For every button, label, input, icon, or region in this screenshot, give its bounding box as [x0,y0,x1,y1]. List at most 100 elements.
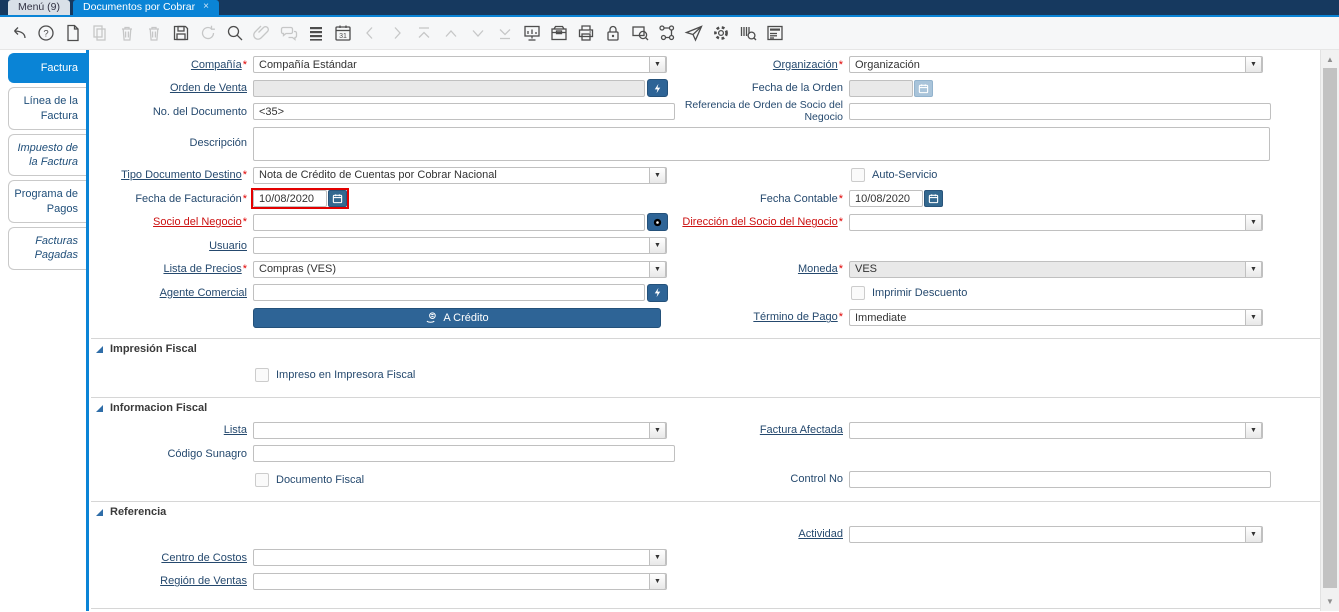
fiscal-list-combo[interactable]: ▼ [253,421,667,439]
chevron-down-icon[interactable]: ▼ [649,261,666,277]
scroll-down-icon[interactable]: ▼ [1321,594,1339,609]
bp-order-ref-input[interactable] [849,103,1271,121]
target-doc-type-combo[interactable]: Nota de Crédito de Cuentas por Cobrar Na… [253,166,667,184]
account-date-input[interactable]: 10/08/2020 [849,190,923,208]
fiscal-document-checkbox[interactable] [255,472,269,487]
sales-order-label[interactable]: Orden de Venta [170,82,247,94]
document-no-input[interactable]: <35> [253,103,675,121]
user-label[interactable]: Usuario [209,240,247,252]
help-icon[interactable]: ? [32,21,59,45]
credit-button[interactable]: A Crédito [253,307,661,328]
preferences-icon[interactable] [707,21,734,45]
account-date-field[interactable]: 10/08/2020 [849,190,943,208]
payment-term-combo[interactable]: Immediate ▼ [849,309,1263,326]
company-combo[interactable]: Compañía Estándar ▼ [253,56,667,74]
chevron-down-icon[interactable]: ▼ [1245,526,1262,542]
partner-location-combo[interactable]: ▼ [849,213,1263,231]
calendar-icon[interactable]: 31 [329,21,356,45]
delete-record-icon[interactable] [113,21,140,45]
first-record-icon[interactable] [410,21,437,45]
partner-location-label[interactable]: Dirección del Socio del Negocio [682,216,843,228]
invoice-date-input[interactable]: 10/08/2020 [253,190,327,208]
section-fiscal-info-header[interactable]: Informacion Fiscal [91,398,1320,419]
archive-icon[interactable] [545,21,572,45]
sales-rep-label[interactable]: Agente Comercial [160,287,247,299]
payment-term-label[interactable]: Término de Pago [753,311,843,323]
product-info-icon[interactable] [734,21,761,45]
vertical-scrollbar[interactable]: ▲ ▼ [1320,50,1339,611]
sales-rep-input[interactable] [253,284,645,302]
send-icon[interactable] [680,21,707,45]
print-icon[interactable] [572,21,599,45]
cost-center-label[interactable]: Centro de Costos [161,552,247,564]
self-service-checkbox[interactable] [851,168,865,183]
section-status-header[interactable]: Estado [91,609,1320,611]
chat-icon[interactable] [275,21,302,45]
refresh-icon[interactable] [194,21,221,45]
new-record-icon[interactable] [59,21,86,45]
undo-icon[interactable] [5,21,32,45]
printed-fiscal-checkbox[interactable] [255,367,269,382]
sidebar-tab-impuesto-de-la-factura[interactable]: Impuesto de la Factura [8,133,86,177]
scrollbar-thumb[interactable] [1323,68,1337,588]
sidebar-tab-l-nea-de-la-factura[interactable]: Línea de la Factura [8,87,86,130]
organization-combo[interactable]: Organización ▼ [849,56,1263,74]
sales-order-search-button[interactable] [647,79,668,98]
business-partner-input[interactable] [253,213,645,231]
invoice-date-field-selected[interactable]: 10/08/2020 [251,188,349,210]
account-date-calendar-button[interactable] [924,190,943,208]
print-discount-checkbox[interactable] [851,285,865,300]
previous-record-icon[interactable] [356,21,383,45]
chevron-down-icon[interactable]: ▼ [1245,214,1262,230]
last-record-icon[interactable] [491,21,518,45]
tab-documentos-por-cobrar[interactable]: Documentos por Cobrar × [73,0,219,15]
target-doc-type-label[interactable]: Tipo Documento Destino [121,169,247,181]
sidebar-tab-facturas-pagadas[interactable]: Facturas Pagadas [8,227,86,270]
scroll-up-icon[interactable]: ▲ [1321,52,1339,67]
chevron-down-icon[interactable]: ▼ [649,550,666,566]
report-icon[interactable] [518,21,545,45]
chevron-down-icon[interactable]: ▼ [649,422,666,438]
sidebar-tab-programa-de-pagos[interactable]: Programa de Pagos [8,180,86,224]
activity-label[interactable]: Actividad [798,528,843,540]
order-date-calendar-button[interactable] [914,79,933,97]
section-fiscal-print-header[interactable]: Impresión Fiscal [91,339,1320,360]
section-reference-header[interactable]: Referencia [91,502,1320,523]
copy-record-icon[interactable] [86,21,113,45]
affected-invoice-combo[interactable]: ▼ [849,421,1263,439]
business-partner-search-button[interactable] [647,213,668,232]
cost-center-combo[interactable]: ▼ [253,549,667,567]
zoom-across-icon[interactable] [626,21,653,45]
price-list-combo[interactable]: Compras (VES) ▼ [253,260,667,278]
user-combo[interactable]: ▼ [253,237,667,255]
save-icon[interactable] [167,21,194,45]
chevron-down-icon[interactable]: ▼ [649,573,666,589]
sidebar-tab-factura[interactable]: Factura [8,53,86,84]
control-no-input[interactable] [849,471,1271,488]
grid-toggle-icon[interactable] [302,21,329,45]
fiscal-list-label[interactable]: Lista [224,424,247,436]
sunagro-code-input[interactable] [253,445,675,463]
lock-icon[interactable] [599,21,626,45]
delete-selection-icon[interactable] [140,21,167,45]
business-partner-label[interactable]: Socio del Negocio [153,216,247,228]
sales-region-combo[interactable]: ▼ [253,572,667,590]
invoice-date-calendar-button[interactable] [328,190,347,208]
price-list-label[interactable]: Lista de Precios [163,263,247,275]
chevron-down-icon[interactable]: ▼ [1245,57,1262,73]
chevron-down-icon[interactable]: ▼ [649,238,666,254]
tab-menu[interactable]: Menú (9) [8,0,71,15]
down-record-icon[interactable] [464,21,491,45]
currency-label[interactable]: Moneda [798,263,843,275]
organization-label[interactable]: Organización [773,59,843,71]
close-icon[interactable]: × [203,2,209,12]
activity-combo[interactable]: ▼ [849,525,1263,543]
report-window-icon[interactable] [761,21,788,45]
description-textarea[interactable] [253,126,1270,161]
up-record-icon[interactable] [437,21,464,45]
sales-region-label[interactable]: Región de Ventas [160,575,247,587]
next-record-icon[interactable] [383,21,410,45]
chevron-down-icon[interactable]: ▼ [649,167,666,183]
attachment-icon[interactable] [248,21,275,45]
sales-rep-search-button[interactable] [647,283,668,302]
